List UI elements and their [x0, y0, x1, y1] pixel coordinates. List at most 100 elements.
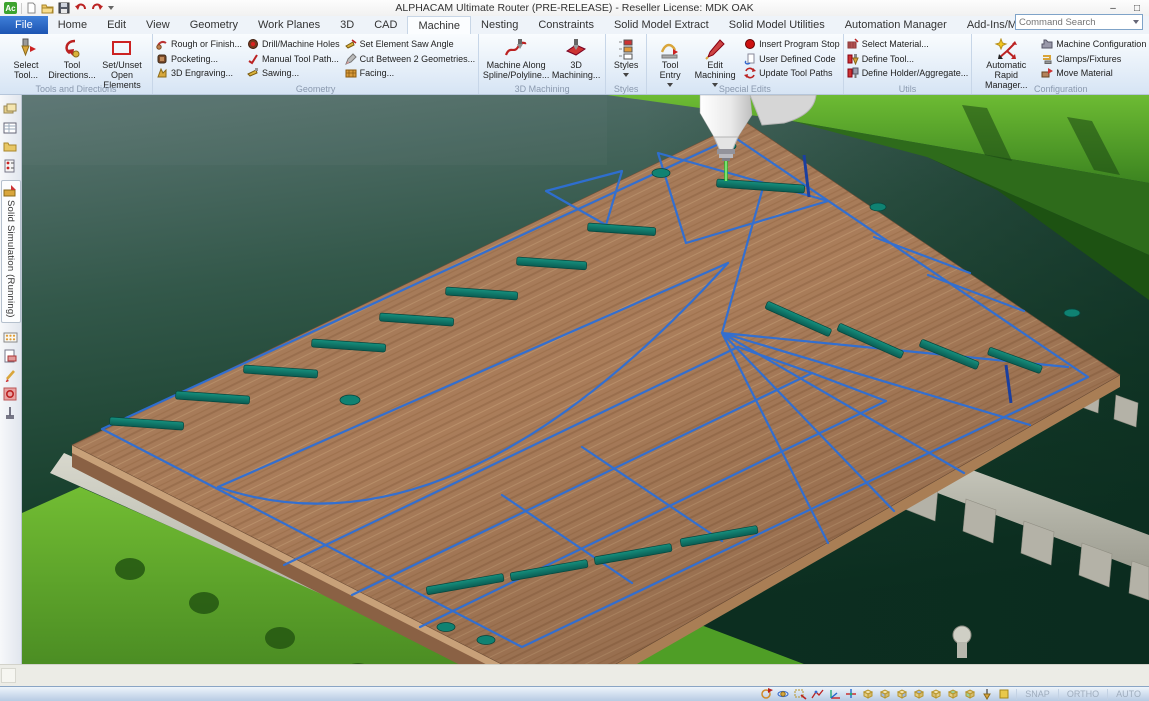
scrollbar-corner-box[interactable] [1, 668, 16, 683]
tab-3d[interactable]: 3D [330, 16, 364, 34]
folder-icon[interactable] [2, 138, 20, 155]
command-search-input[interactable] [1016, 17, 1133, 28]
tool-list-icon[interactable] [2, 157, 20, 174]
tab-nesting[interactable]: Nesting [471, 16, 528, 34]
open-file-button[interactable] [41, 2, 54, 14]
clamps-fixtures-button[interactable]: Clamps/Fixtures [1041, 52, 1146, 67]
new-document-button[interactable] [26, 2, 37, 14]
select-tool-button[interactable]: Select Tool... [3, 35, 49, 81]
rotate-view-icon[interactable] [760, 688, 773, 700]
select-material-button[interactable]: Select Material... [847, 37, 969, 52]
tool-entry-button[interactable]: Tool Entry [650, 35, 690, 87]
tab-view[interactable]: View [136, 16, 180, 34]
tab-geometry[interactable]: Geometry [180, 16, 248, 34]
set-unset-open-elements-button[interactable]: Set/Unset Open Elements [95, 35, 149, 91]
horizontal-scrollbar[interactable] [0, 664, 1149, 686]
view-cube-right-icon[interactable] [930, 688, 943, 700]
auto-toggle[interactable]: AUTO [1107, 689, 1149, 700]
orbit-view-icon[interactable] [777, 688, 790, 700]
insert-program-stop-button[interactable]: Insert Program Stop [744, 37, 840, 52]
layers-icon[interactable] [2, 100, 20, 117]
facing-icon [345, 67, 357, 79]
status-bar: SNAP ORTHO AUTO [0, 686, 1149, 701]
styles-button[interactable]: Styles [609, 35, 643, 77]
solid-simulation-icon [3, 184, 18, 197]
tab-automation-manager[interactable]: Automation Manager [835, 16, 957, 34]
pocketing-button[interactable]: Pocketing... [156, 52, 242, 67]
clamp-post-icon[interactable] [2, 405, 20, 422]
view-cube-iso-icon[interactable] [862, 688, 875, 700]
tab-solid-model-utilities[interactable]: Solid Model Utilities [719, 16, 835, 34]
tab-machine[interactable]: Machine [407, 16, 471, 34]
cut-between-2-geometries-button[interactable]: Cut Between 2 Geometries... [345, 52, 476, 67]
manual-tool-path-button[interactable]: Manual Tool Path... [247, 52, 340, 67]
material-swatch-icon[interactable] [998, 688, 1011, 700]
tab-home[interactable]: Home [48, 16, 97, 34]
film-frames-icon[interactable] [2, 329, 20, 346]
report-page-icon[interactable] [2, 348, 20, 365]
update-tool-paths-button[interactable]: Update Tool Paths [744, 66, 840, 81]
machine-configuration-button[interactable]: Machine Configuration [1041, 37, 1146, 52]
facing-button[interactable]: Facing... [345, 66, 476, 81]
automatic-rapid-manager-button[interactable]: Automatic Rapid Manager... [975, 35, 1037, 91]
ribbon-tab-bar: File Home Edit View Geometry Work Planes… [0, 16, 1149, 34]
ortho-toggle[interactable]: ORTHO [1058, 689, 1107, 700]
stop-simulation-icon[interactable] [2, 386, 20, 403]
group-geometry: Rough or Finish... Pocketing... 3D Engra… [153, 34, 479, 94]
tab-solid-model-extract[interactable]: Solid Model Extract [604, 16, 719, 34]
machining-3d-button[interactable]: 3D Machining... [550, 35, 602, 81]
sawing-icon [247, 67, 259, 79]
define-tool-button[interactable]: Define Tool... [847, 52, 969, 67]
solid-simulation-tab[interactable]: Solid Simulation (Running) [1, 180, 21, 323]
view-cube-back-icon[interactable] [896, 688, 909, 700]
machining-3d-icon [565, 36, 587, 60]
tool-down-icon[interactable] [981, 688, 994, 700]
save-button[interactable] [58, 2, 70, 14]
tool-directions-button[interactable]: Tool Directions... [49, 35, 95, 81]
engraving-3d-button[interactable]: 3D Engraving... [156, 66, 242, 81]
edit-machining-button[interactable]: Edit Machining [690, 35, 740, 87]
open-elements-icon [110, 36, 134, 60]
zoom-window-icon[interactable] [794, 688, 807, 700]
undo-button[interactable] [74, 2, 87, 14]
marker-pencil-icon[interactable] [2, 367, 20, 384]
user-defined-code-button[interactable]: User Defined Code [744, 52, 840, 67]
minimize-button[interactable]: – [1101, 3, 1125, 14]
cut-between-geometries-icon [345, 53, 357, 65]
view-cube-bottom-icon[interactable] [964, 688, 977, 700]
command-search-dropdown-icon[interactable] [1133, 20, 1139, 24]
program-stop-icon [744, 38, 756, 50]
define-holder-aggregate-button[interactable]: Define Holder/Aggregate... [847, 66, 969, 81]
customize-quick-access-dropdown-icon[interactable] [108, 6, 114, 10]
command-search-box [1015, 14, 1143, 30]
drill-machine-holes-button[interactable]: Drill/Machine Holes [247, 37, 340, 52]
vertex-snap-icon[interactable] [811, 688, 824, 700]
move-material-icon [1041, 67, 1053, 79]
machine-along-spline-button[interactable]: Machine Along Spline/Polyline... [482, 35, 550, 81]
view-cube-top-icon[interactable] [947, 688, 960, 700]
define-tool-icon [847, 53, 859, 65]
move-material-button[interactable]: Move Material [1041, 66, 1146, 81]
set-element-saw-angle-button[interactable]: Set Element Saw Angle [345, 37, 476, 52]
axes-xyz-icon[interactable] [828, 688, 841, 700]
rough-or-finish-button[interactable]: Rough or Finish... [156, 37, 242, 52]
tab-edit[interactable]: Edit [97, 16, 136, 34]
snap-toggle[interactable]: SNAP [1016, 689, 1058, 700]
redo-button[interactable] [91, 2, 104, 14]
ribbon-machine: Select Tool... Tool Directions... Set/Un… [0, 34, 1149, 95]
group-configuration: Automatic Rapid Manager... Machine Confi… [972, 34, 1149, 94]
quick-access-toolbar: Ac [0, 2, 114, 14]
tab-work-planes[interactable]: Work Planes [248, 16, 330, 34]
viewport-3d[interactable] [22, 95, 1149, 664]
sawing-button[interactable]: Sawing... [247, 66, 340, 81]
tab-cad[interactable]: CAD [364, 16, 407, 34]
view-cube-left-icon[interactable] [913, 688, 926, 700]
tab-file[interactable]: File [0, 16, 48, 34]
maximize-button[interactable]: □ [1125, 3, 1149, 14]
sheet-table-icon[interactable] [2, 119, 20, 136]
view-cube-front-icon[interactable] [879, 688, 892, 700]
engraving-3d-icon [156, 67, 168, 79]
tab-constraints[interactable]: Constraints [528, 16, 604, 34]
axes-plan-icon[interactable] [845, 688, 858, 700]
window-controls: – □ [1101, 3, 1149, 14]
